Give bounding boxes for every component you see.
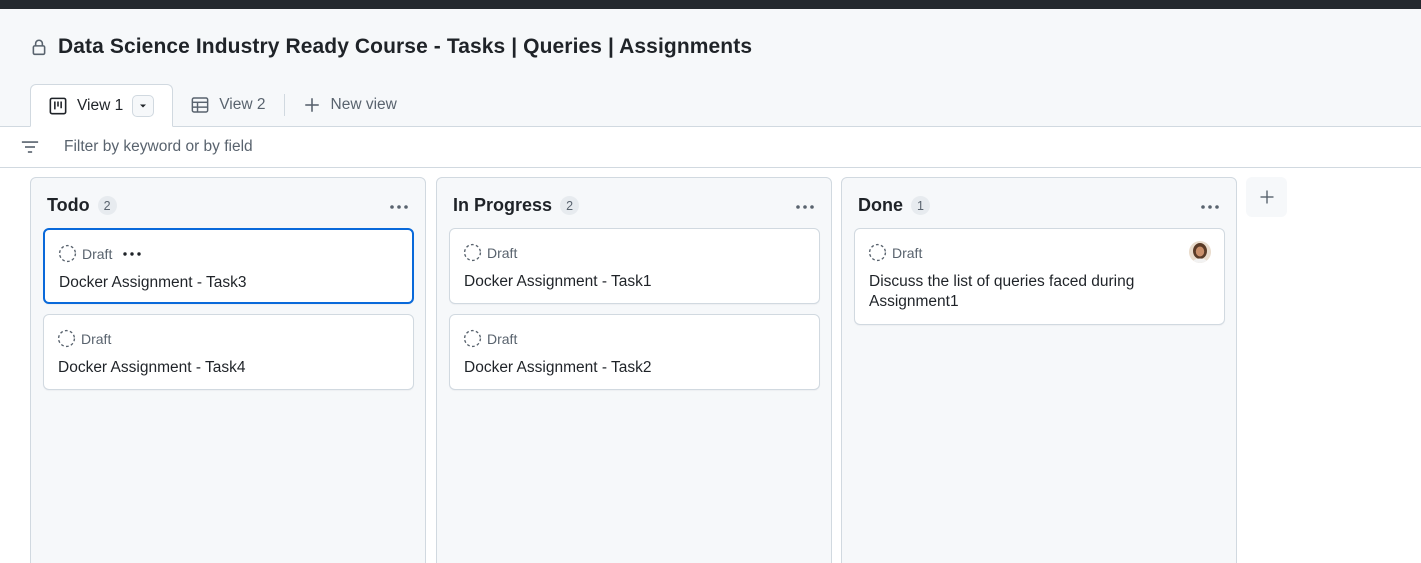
filter-input[interactable] xyxy=(64,138,664,156)
draft-label: Draft xyxy=(82,245,113,262)
card-status: Draft xyxy=(463,329,517,348)
new-view-label: New view xyxy=(330,96,397,113)
draft-label: Draft xyxy=(81,330,112,347)
column-count: 2 xyxy=(97,196,117,215)
column-header: Todo 2 xyxy=(47,195,117,216)
column-header: In Progress 2 xyxy=(453,195,580,216)
tab-view-2-label: View 2 xyxy=(219,96,266,113)
column-header: Done 1 xyxy=(858,195,930,216)
plus-icon xyxy=(303,96,321,114)
board: Todo 2 Draft Docker Assignment - Task3 D… xyxy=(0,168,1421,563)
filter-icon[interactable] xyxy=(20,137,40,157)
new-view-button[interactable]: New view xyxy=(285,84,415,126)
column-done: Done 1 Draft Discuss the list of queries… xyxy=(841,177,1237,563)
card-title[interactable]: Docker Assignment - Task2 xyxy=(464,358,779,378)
top-bar xyxy=(0,0,1421,9)
tab-view-1-label: View 1 xyxy=(77,96,124,114)
card-status: Draft xyxy=(463,243,517,262)
card-title[interactable]: Discuss the list of queries faced during… xyxy=(869,272,1184,312)
column-title: Done xyxy=(858,195,903,215)
view-options-button[interactable] xyxy=(132,94,155,117)
card[interactable]: Draft Docker Assignment - Task3 xyxy=(43,228,414,304)
column-count: 2 xyxy=(560,196,580,215)
filter-bar xyxy=(0,126,1421,168)
chevron-down-icon xyxy=(138,101,148,111)
column-title: In Progress xyxy=(453,195,553,215)
draft-icon xyxy=(463,243,482,262)
lock-icon xyxy=(30,38,48,56)
tab-view-1[interactable]: View 1 xyxy=(30,84,174,127)
card[interactable]: Draft Docker Assignment - Task2 xyxy=(449,314,820,390)
card[interactable]: Draft Discuss the list of queries faced … xyxy=(854,228,1225,325)
draft-icon xyxy=(57,329,76,348)
avatar[interactable] xyxy=(1189,241,1211,263)
add-column-button[interactable] xyxy=(1246,177,1287,217)
card-status: Draft xyxy=(868,243,922,262)
column-count: 1 xyxy=(911,196,930,215)
card-title[interactable]: Docker Assignment - Task1 xyxy=(464,272,779,292)
kebab-icon[interactable] xyxy=(1198,197,1222,217)
card[interactable]: Draft Docker Assignment - Task1 xyxy=(449,228,820,304)
plus-icon xyxy=(1259,189,1275,205)
draft-icon xyxy=(463,329,482,348)
card-status: Draft xyxy=(58,244,142,263)
draft-label: Draft xyxy=(892,244,923,261)
table-icon xyxy=(191,96,209,114)
draft-icon xyxy=(868,243,887,262)
title-row: Data Science Industry Ready Course - Tas… xyxy=(30,35,752,59)
kebab-icon[interactable] xyxy=(793,197,817,217)
draft-icon xyxy=(58,244,77,263)
draft-label: Draft xyxy=(487,244,518,261)
kebab-icon[interactable] xyxy=(387,197,411,217)
board-icon xyxy=(49,97,67,115)
column-title: Todo xyxy=(47,195,90,215)
project-header: Data Science Industry Ready Course - Tas… xyxy=(0,9,1421,127)
column-todo: Todo 2 Draft Docker Assignment - Task3 D… xyxy=(30,177,426,563)
column-in-progress: In Progress 2 Draft Docker Assignment - … xyxy=(436,177,832,563)
card-title[interactable]: Docker Assignment - Task3 xyxy=(59,273,372,293)
kebab-icon[interactable] xyxy=(122,251,142,257)
tab-view-2[interactable]: View 2 xyxy=(173,84,283,126)
draft-label: Draft xyxy=(487,330,518,347)
project-title: Data Science Industry Ready Course - Tas… xyxy=(58,35,753,58)
card-title[interactable]: Docker Assignment - Task4 xyxy=(58,358,373,378)
view-tabs: View 1 View 2 New view xyxy=(30,84,415,127)
card[interactable]: Draft Docker Assignment - Task4 xyxy=(43,314,414,390)
card-status: Draft xyxy=(57,329,111,348)
